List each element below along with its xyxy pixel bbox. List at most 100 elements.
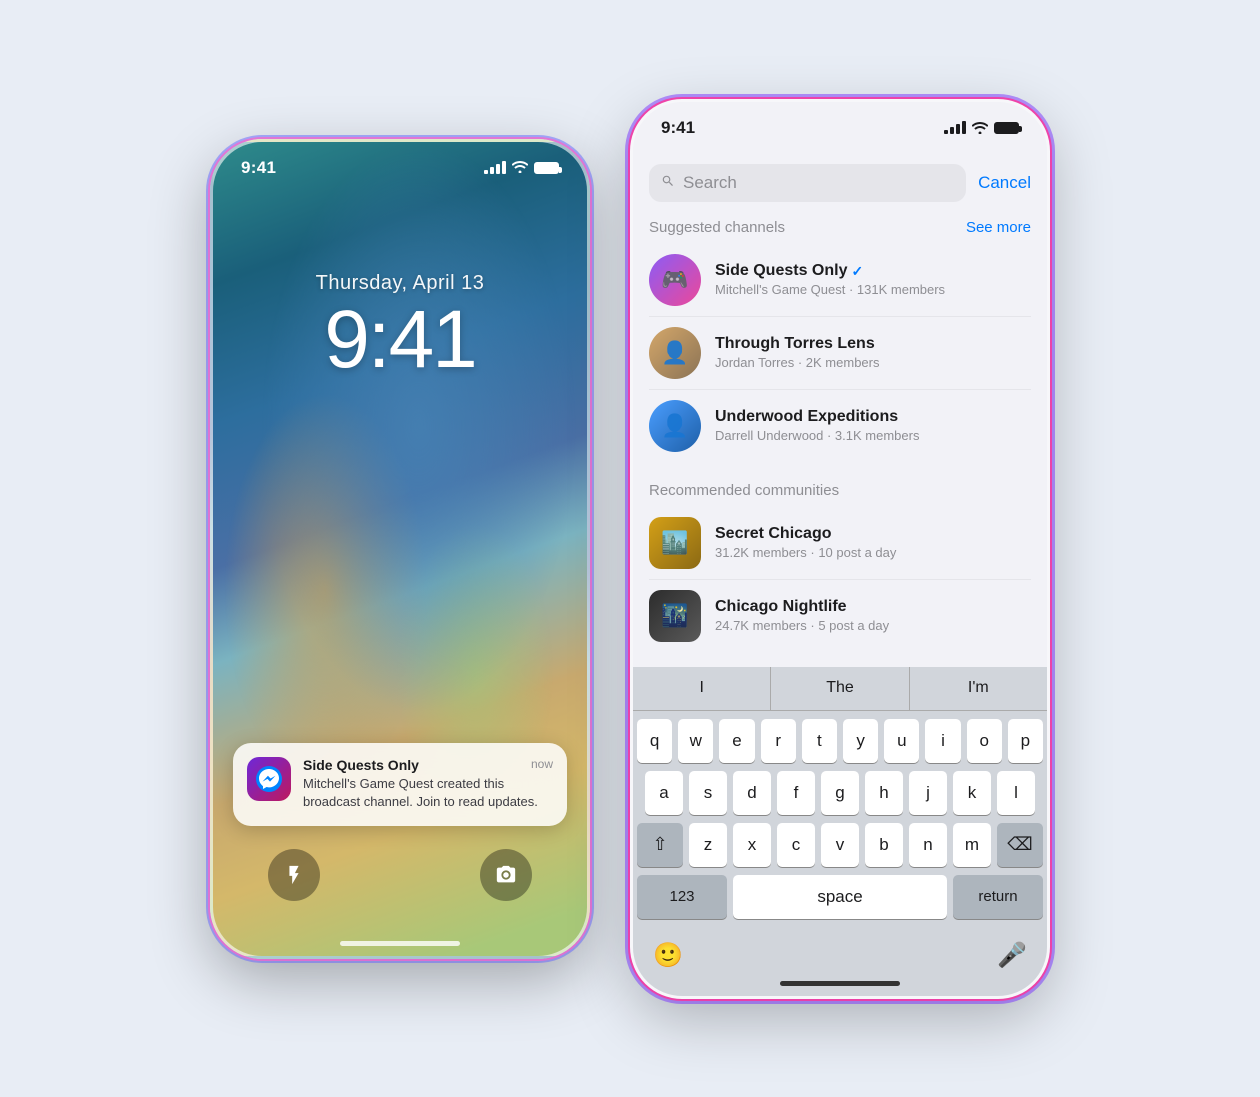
search-icon [661,174,675,192]
verified-badge-side-quests: ✓ [851,263,863,280]
keyboard-rows: q w e r t y u i o p a s d f g h j k [633,711,1047,931]
keyboard-row-1: q w e r t y u i o p [637,719,1043,763]
channel-meta-chicago-nightlife: 24.7K members · 5 post a day [715,618,1031,633]
status-icons-right [944,121,1019,134]
wifi-icon-left [512,160,528,176]
notification-content: Side Quests Only now Mitchell's Game Que… [303,757,553,811]
see-more-button[interactable]: See more [966,219,1031,236]
search-cancel-button[interactable]: Cancel [978,173,1031,193]
channel-avatar-side-quests: 🎮 [649,254,701,306]
battery-icon-left [534,162,559,174]
key-d[interactable]: d [733,771,771,815]
key-m[interactable]: m [953,823,991,867]
key-s[interactable]: s [689,771,727,815]
mic-icon[interactable]: 🎤 [997,941,1027,970]
channel-item-side-quests[interactable]: 🎮 Side Quests Only ✓ Mitchell's Game Que… [649,244,1031,317]
return-key[interactable]: return [953,875,1043,919]
keyboard-suggestions: I The I'm [633,667,1047,711]
keyboard: I The I'm q w e r t y u i o p a s d [633,667,1047,996]
flashlight-button[interactable] [268,849,320,901]
key-v[interactable]: v [821,823,859,867]
key-f[interactable]: f [777,771,815,815]
keyboard-row-4: 123 space return [637,875,1043,919]
key-u[interactable]: u [884,719,919,763]
shift-key[interactable]: ⇧ [637,823,683,867]
notification-header: Side Quests Only now [303,757,553,773]
channel-meta-side-quests: Mitchell's Game Quest · 131K members [715,282,1031,297]
notification-time: now [531,757,553,771]
suggested-channels-title: Suggested channels [649,219,785,236]
key-t[interactable]: t [802,719,837,763]
suggestion-im[interactable]: I'm [910,667,1047,710]
key-i[interactable]: i [925,719,960,763]
key-h[interactable]: h [865,771,903,815]
key-j[interactable]: j [909,771,947,815]
channel-item-chicago-nightlife[interactable]: 🌃 Chicago Nightlife 24.7K members · 5 po… [649,580,1031,652]
key-g[interactable]: g [821,771,859,815]
channel-info-secret-chicago: Secret Chicago 31.2K members · 10 post a… [715,525,1031,560]
camera-button[interactable] [480,849,532,901]
status-time-left: 9:41 [241,158,276,178]
emoji-icon[interactable]: 🙂 [653,941,683,970]
channel-meta-torres: Jordan Torres · 2K members [715,355,1031,370]
channel-info-side-quests: Side Quests Only ✓ Mitchell's Game Quest… [715,262,1031,297]
channel-name-torres: Through Torres Lens [715,335,1031,353]
search-box[interactable]: Search [649,164,966,202]
keyboard-row-3: ⇧ z x c v b n m ⌫ [637,823,1043,867]
keyboard-bottom-bar: 🙂 🎤 [633,931,1047,975]
recommended-communities-list: 🏙️ Secret Chicago 31.2K members · 10 pos… [633,507,1047,652]
key-n[interactable]: n [909,823,947,867]
channel-item-secret-chicago[interactable]: 🏙️ Secret Chicago 31.2K members · 10 pos… [649,507,1031,580]
key-a[interactable]: a [645,771,683,815]
key-c[interactable]: c [777,823,815,867]
signal-bars-left [484,161,506,174]
status-bar-right: 9:41 [633,118,1047,138]
key-w[interactable]: w [678,719,713,763]
channel-name-side-quests: Side Quests Only ✓ [715,262,1031,280]
left-phone: 9:41 Thursday, April 13 9:41 [210,139,590,959]
keyboard-row-2: a s d f g h j k l [637,771,1043,815]
search-placeholder: Search [683,173,737,193]
right-phone: 9:41 Search Cancel [630,99,1050,999]
backspace-key[interactable]: ⌫ [997,823,1043,867]
key-y[interactable]: y [843,719,878,763]
key-p[interactable]: p [1008,719,1043,763]
channel-avatar-torres: 👤 [649,327,701,379]
notification-title: Side Quests Only [303,757,419,773]
search-area: Search Cancel [633,154,1047,212]
status-bar-left: 9:41 [213,158,587,178]
key-e[interactable]: e [719,719,754,763]
space-key[interactable]: space [733,875,947,919]
channel-name-underwood: Underwood Expeditions [715,408,1031,426]
battery-icon-right [994,122,1019,134]
key-l[interactable]: l [997,771,1035,815]
status-time-right: 9:41 [661,118,695,138]
home-indicator-right [780,981,900,986]
channel-meta-underwood: Darrell Underwood · 3.1K members [715,428,1031,443]
signal-bars-right [944,121,966,134]
key-r[interactable]: r [761,719,796,763]
lock-time-text: 9:41 [213,299,587,381]
notification-avatar [247,757,291,801]
notification-body: Mitchell's Game Quest created this broad… [303,775,553,811]
lock-screen-datetime: Thursday, April 13 9:41 [213,272,587,381]
key-o[interactable]: o [967,719,1002,763]
channel-item-torres[interactable]: 👤 Through Torres Lens Jordan Torres · 2K… [649,317,1031,390]
lock-date-text: Thursday, April 13 [213,272,587,295]
key-q[interactable]: q [637,719,672,763]
suggestion-the[interactable]: The [771,667,909,710]
notification-card[interactable]: Side Quests Only now Mitchell's Game Que… [233,743,567,825]
key-k[interactable]: k [953,771,991,815]
home-indicator-left [340,941,460,946]
channel-item-underwood[interactable]: 👤 Underwood Expeditions Darrell Underwoo… [649,390,1031,462]
key-b[interactable]: b [865,823,903,867]
suggested-channels-header: Suggested channels See more [633,207,1047,244]
channel-name-secret-chicago: Secret Chicago [715,525,1031,543]
status-icons-left [484,160,559,176]
channel-avatar-secret-chicago: 🏙️ [649,517,701,569]
numbers-key[interactable]: 123 [637,875,727,919]
suggestion-i[interactable]: I [633,667,771,710]
key-x[interactable]: x [733,823,771,867]
content-area: Suggested channels See more 🎮 Side Quest… [633,207,1047,652]
key-z[interactable]: z [689,823,727,867]
